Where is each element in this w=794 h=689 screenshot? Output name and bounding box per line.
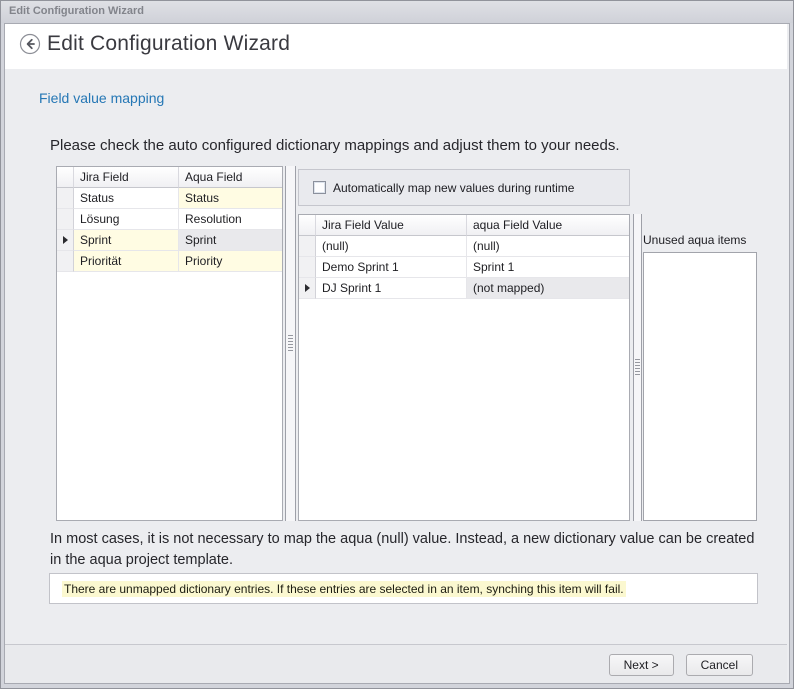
- table-row: DJ Sprint 1 (not mapped): [299, 278, 629, 299]
- unused-items-list[interactable]: [643, 252, 757, 521]
- current-row-arrow-icon: [63, 236, 68, 244]
- row-indicator-current: [299, 278, 316, 299]
- jira-field-table: Jira Field Aqua Field Status Status Lösu…: [56, 166, 283, 521]
- column-header-aqua-field-value[interactable]: aqua Field Value: [467, 215, 629, 236]
- splitter-grip-icon: [635, 359, 640, 376]
- jira-field-table-header: Jira Field Aqua Field: [57, 167, 282, 188]
- cell-aqua-value[interactable]: (not mapped): [467, 278, 629, 299]
- table-row: Demo Sprint 1 Sprint 1: [299, 257, 629, 278]
- row-indicator-current: [57, 230, 74, 251]
- row-indicator-header: [299, 215, 316, 236]
- field-value-table: Jira Field Value aqua Field Value (null)…: [298, 214, 630, 521]
- auto-map-panel: Automatically map new values during runt…: [298, 169, 630, 206]
- cell-aqua-value[interactable]: (null): [467, 236, 629, 257]
- footer: Next > Cancel: [5, 645, 787, 683]
- cell-aqua-field[interactable]: Status: [179, 188, 282, 209]
- cell-jira-field[interactable]: Sprint: [74, 230, 179, 251]
- cell-aqua-value[interactable]: Sprint 1: [467, 257, 629, 278]
- splitter-grip-icon: [288, 335, 293, 352]
- wizard-window: Edit Configuration Wizard Edit Configura…: [0, 0, 794, 689]
- row-indicator: [57, 251, 74, 272]
- table-row: Priorität Priority: [57, 251, 282, 272]
- cell-aqua-field[interactable]: Priority: [179, 251, 282, 272]
- next-button[interactable]: Next >: [609, 654, 674, 676]
- wizard-body: Edit Configuration Wizard Field value ma…: [4, 23, 790, 684]
- auto-map-label[interactable]: Automatically map new values during runt…: [333, 181, 574, 195]
- column-header-jira-field[interactable]: Jira Field: [74, 167, 179, 188]
- back-button[interactable]: [19, 35, 41, 57]
- cancel-button[interactable]: Cancel: [686, 654, 753, 676]
- cell-jira-value[interactable]: DJ Sprint 1: [316, 278, 467, 299]
- instruction-text: Please check the auto configured diction…: [50, 137, 620, 154]
- column-header-aqua-field[interactable]: Aqua Field: [179, 167, 282, 188]
- cell-aqua-field[interactable]: Sprint: [179, 230, 282, 251]
- table-row: Status Status: [57, 188, 282, 209]
- titlebar: Edit Configuration Wizard: [1, 1, 793, 23]
- cell-aqua-field[interactable]: Resolution: [179, 209, 282, 230]
- row-indicator: [299, 257, 316, 278]
- row-indicator-header: [57, 167, 74, 188]
- splitter-left[interactable]: [285, 166, 296, 521]
- row-indicator: [299, 236, 316, 257]
- table-empty-area: [299, 299, 629, 520]
- warning-text: There are unmapped dictionary entries. I…: [62, 581, 626, 597]
- cell-jira-field[interactable]: Priorität: [74, 251, 179, 272]
- auto-map-checkbox[interactable]: [313, 181, 326, 194]
- row-indicator: [57, 209, 74, 230]
- row-indicator: [57, 188, 74, 209]
- cell-jira-field[interactable]: Status: [74, 188, 179, 209]
- current-row-arrow-icon: [305, 284, 310, 292]
- splitter-right[interactable]: [633, 214, 642, 521]
- column-header-jira-field-value[interactable]: Jira Field Value: [316, 215, 467, 236]
- cell-jira-value[interactable]: (null): [316, 236, 467, 257]
- warning-box: There are unmapped dictionary entries. I…: [49, 573, 758, 604]
- table-row: Sprint Sprint: [57, 230, 282, 251]
- table-row: Lösung Resolution: [57, 209, 282, 230]
- page-title: Edit Configuration Wizard: [47, 32, 290, 56]
- table-row: (null) (null): [299, 236, 629, 257]
- field-value-table-header: Jira Field Value aqua Field Value: [299, 215, 629, 236]
- titlebar-title: Edit Configuration Wizard: [9, 5, 144, 17]
- back-arrow-icon: [19, 33, 41, 60]
- section-title: Field value mapping: [39, 90, 164, 106]
- cell-jira-field[interactable]: Lösung: [74, 209, 179, 230]
- table-empty-area: [57, 272, 282, 520]
- cell-jira-value[interactable]: Demo Sprint 1: [316, 257, 467, 278]
- unused-items-label: Unused aqua items: [643, 233, 746, 247]
- note-text: In most cases, it is not necessary to ma…: [50, 529, 762, 571]
